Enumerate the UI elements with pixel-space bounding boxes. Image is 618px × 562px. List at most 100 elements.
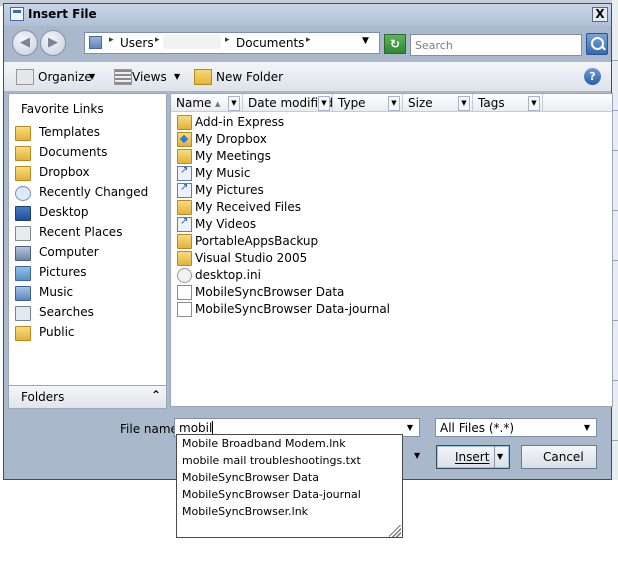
breadcrumb-separator[interactable]: ▸ xyxy=(109,35,114,45)
column-name-label: Name xyxy=(176,96,212,110)
file-row[interactable]: MobileSyncBrowser Data-journal xyxy=(177,301,477,318)
computer-icon xyxy=(15,246,31,261)
autocomplete-item[interactable]: MobileSyncBrowser Data xyxy=(182,471,319,484)
autocomplete-item[interactable]: MobileSyncBrowser Data-journal xyxy=(182,488,361,501)
file-name: MobileSyncBrowser Data-journal xyxy=(195,302,391,316)
folder-icon xyxy=(15,146,31,161)
cancel-button[interactable]: Cancel xyxy=(521,445,597,469)
sidebar-item-computer[interactable]: Computer xyxy=(13,244,163,262)
views-dropdown-icon[interactable]: ▼ xyxy=(174,72,180,81)
sidebar-item-label: Searches xyxy=(39,305,94,319)
file-name-label: File name: xyxy=(120,422,182,436)
sidebar-item-public[interactable]: Public xyxy=(13,324,163,342)
column-dropdown-icon[interactable]: ▼ xyxy=(458,96,470,111)
sidebar-item-desktop[interactable]: Desktop xyxy=(13,204,163,222)
sidebar-item-recently-changed[interactable]: Recently Changed xyxy=(13,184,163,202)
autocomplete-item[interactable]: Mobile Broadband Modem.lnk xyxy=(182,437,346,450)
column-type-label: Type xyxy=(338,96,366,110)
folder-icon xyxy=(177,234,192,249)
breadcrumb-separator[interactable]: ▸ xyxy=(306,35,311,45)
file-row[interactable]: My Dropbox xyxy=(177,131,477,148)
command-bar: Organize ▼ Views ▼ New Folder ? xyxy=(4,62,611,92)
autocomplete-item[interactable]: mobile mail troubleshootings.txt xyxy=(182,454,361,467)
search-icon[interactable] xyxy=(586,33,608,55)
file-type-select[interactable]: All Files (*.*) ▼ xyxy=(435,418,597,437)
breadcrumb-separator[interactable]: ▸ xyxy=(225,35,230,45)
file-type-dropdown-icon[interactable]: ▼ xyxy=(580,421,594,434)
forward-button[interactable]: ▶ xyxy=(40,30,66,56)
file-row[interactable]: Visual Studio 2005 xyxy=(177,250,477,267)
address-bar[interactable]: ▸ Users ▸ ▸ Documents ▸ ▼ xyxy=(84,32,380,54)
file-name: Add-in Express xyxy=(195,115,285,129)
file-name: MobileSyncBrowser Data xyxy=(195,285,345,299)
shortcut-icon xyxy=(177,216,192,232)
sidebar-item-documents[interactable]: Documents xyxy=(13,144,163,162)
searches-icon xyxy=(15,306,31,321)
shortcut-icon xyxy=(177,182,192,198)
favorite-links-header: Favorite Links xyxy=(21,102,104,116)
sidebar-item-label: Pictures xyxy=(39,265,87,279)
folder-icon xyxy=(177,200,192,215)
column-date-modified[interactable]: Date modified ▼ xyxy=(243,94,333,112)
new-folder-icon xyxy=(194,69,212,85)
address-dropdown-icon[interactable]: ▼ xyxy=(362,36,369,46)
views-button[interactable]: Views xyxy=(132,70,167,84)
breadcrumb-users[interactable]: Users xyxy=(120,36,154,50)
close-button[interactable]: X xyxy=(592,7,608,22)
autocomplete-item[interactable]: MobileSyncBrowser.lnk xyxy=(182,505,308,518)
file-row[interactable]: My Pictures xyxy=(177,182,477,199)
file-row[interactable]: PortableAppsBackup xyxy=(177,233,477,250)
file-row[interactable]: My Videos xyxy=(177,216,477,233)
file-row[interactable]: My Received Files xyxy=(177,199,477,216)
column-dropdown-icon[interactable]: ▼ xyxy=(318,96,330,111)
sidebar-item-templates[interactable]: Templates xyxy=(13,124,163,142)
breadcrumb-separator[interactable]: ▸ xyxy=(155,35,160,45)
folder-icon xyxy=(177,149,192,164)
organize-button[interactable]: Organize xyxy=(38,70,92,84)
back-button[interactable]: ◀ xyxy=(12,30,38,56)
organize-icon xyxy=(16,69,34,85)
insert-options-dropdown-icon[interactable]: ▼ xyxy=(497,452,503,461)
column-dropdown-icon[interactable]: ▼ xyxy=(528,96,540,111)
breadcrumb-documents[interactable]: Documents xyxy=(236,36,304,50)
sidebar-item-label: Templates xyxy=(39,125,101,139)
insert-button[interactable]: Insert ▼ xyxy=(436,445,510,469)
folder-icon xyxy=(15,126,31,141)
file-row[interactable]: My Music xyxy=(177,165,477,182)
dropbox-folder-icon xyxy=(177,132,192,147)
file-row[interactable]: desktop.ini xyxy=(177,267,477,284)
column-type[interactable]: Type ▼ xyxy=(333,94,403,112)
sidebar-item-label: Documents xyxy=(39,145,108,159)
folders-toggle[interactable]: Folders ⌃ xyxy=(8,385,167,409)
chevron-up-icon[interactable]: ⌃ xyxy=(151,388,161,402)
file-name-dropdown-icon[interactable]: ▼ xyxy=(403,421,417,434)
column-name[interactable]: Name ▲ ▼ xyxy=(171,94,243,112)
shortcut-icon xyxy=(177,165,192,181)
title-bar: Insert File X xyxy=(4,4,611,26)
folders-label: Folders xyxy=(21,390,65,404)
column-dropdown-icon[interactable]: ▼ xyxy=(388,96,400,111)
column-tags[interactable]: Tags ▼ xyxy=(473,94,543,112)
help-icon[interactable]: ? xyxy=(584,68,601,85)
document-icon xyxy=(177,302,192,317)
sidebar-item-recent-places[interactable]: Recent Places xyxy=(13,224,163,242)
file-row[interactable]: My Meetings xyxy=(177,148,477,165)
sidebar-item-music[interactable]: Music xyxy=(13,284,163,302)
sidebar-item-dropbox[interactable]: Dropbox xyxy=(13,164,163,182)
split-divider xyxy=(494,446,495,468)
column-size[interactable]: Size ▼ xyxy=(403,94,473,112)
refresh-button[interactable]: ↻ xyxy=(384,34,406,54)
search-input[interactable]: Search xyxy=(410,34,582,56)
tools-dropdown-icon[interactable]: ▼ xyxy=(414,451,420,460)
sidebar-item-pictures[interactable]: Pictures xyxy=(13,264,163,282)
file-list: Name ▲ ▼ Date modified ▼ Type ▼ Size ▼ T… xyxy=(170,93,613,407)
sidebar-item-searches[interactable]: Searches xyxy=(13,304,163,322)
file-row[interactable]: MobileSyncBrowser Data xyxy=(177,284,477,301)
resize-grip-icon[interactable] xyxy=(389,525,401,537)
organize-dropdown-icon[interactable]: ▼ xyxy=(89,72,95,81)
file-name: My Received Files xyxy=(195,200,302,214)
column-dropdown-icon[interactable]: ▼ xyxy=(228,96,240,111)
new-folder-button[interactable]: New Folder xyxy=(216,70,283,84)
file-row[interactable]: Add-in Express xyxy=(177,114,477,131)
views-icon xyxy=(114,69,132,85)
